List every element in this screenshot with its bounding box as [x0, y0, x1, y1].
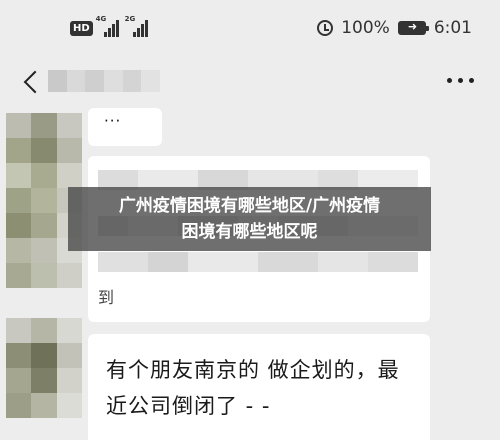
message-bubble[interactable]: 有个朋友南京的 做企划的，最 近公司倒闭了 - -: [88, 334, 430, 440]
status-bar: HD 4G 2G 100% ➜ 6:01: [0, 0, 500, 58]
message-line-2: 近公司倒闭了 - -: [106, 394, 271, 418]
message-text: 到: [98, 288, 115, 307]
clock: 6:01: [433, 18, 472, 38]
more-icon[interactable]: [447, 78, 474, 83]
article-title-line-2: 困境有哪些地区呢: [181, 222, 318, 242]
message-line-1: 有个朋友南京的 做企划的，最: [106, 358, 400, 382]
alarm-icon: [317, 20, 334, 36]
avatar[interactable]: [6, 318, 82, 418]
contact-name-blurred: [48, 70, 161, 92]
battery-icon: ➜: [397, 20, 429, 35]
article-title-line-1: 广州疫情困境有哪些地区/广州疫情: [118, 196, 381, 216]
battery-percent: 100%: [341, 18, 390, 38]
signal-icon: 4G: [96, 15, 122, 37]
article-title-banner: 广州疫情困境有哪些地区/广州疫情 困境有哪些地区呢: [68, 187, 431, 251]
back-icon[interactable]: [22, 68, 44, 94]
sim1-label: 4G: [95, 15, 107, 23]
signal-icon-2: 2G: [125, 15, 151, 37]
status-left: HD 4G 2G: [70, 15, 151, 38]
sim2-label: 2G: [124, 15, 136, 23]
message-bubble[interactable]: ···: [88, 108, 162, 146]
hd-badge-icon: HD: [70, 20, 93, 36]
status-right: 100% ➜ 6:01: [317, 17, 472, 39]
message-text: ···: [104, 112, 122, 130]
chat-title-bar: [0, 58, 500, 104]
